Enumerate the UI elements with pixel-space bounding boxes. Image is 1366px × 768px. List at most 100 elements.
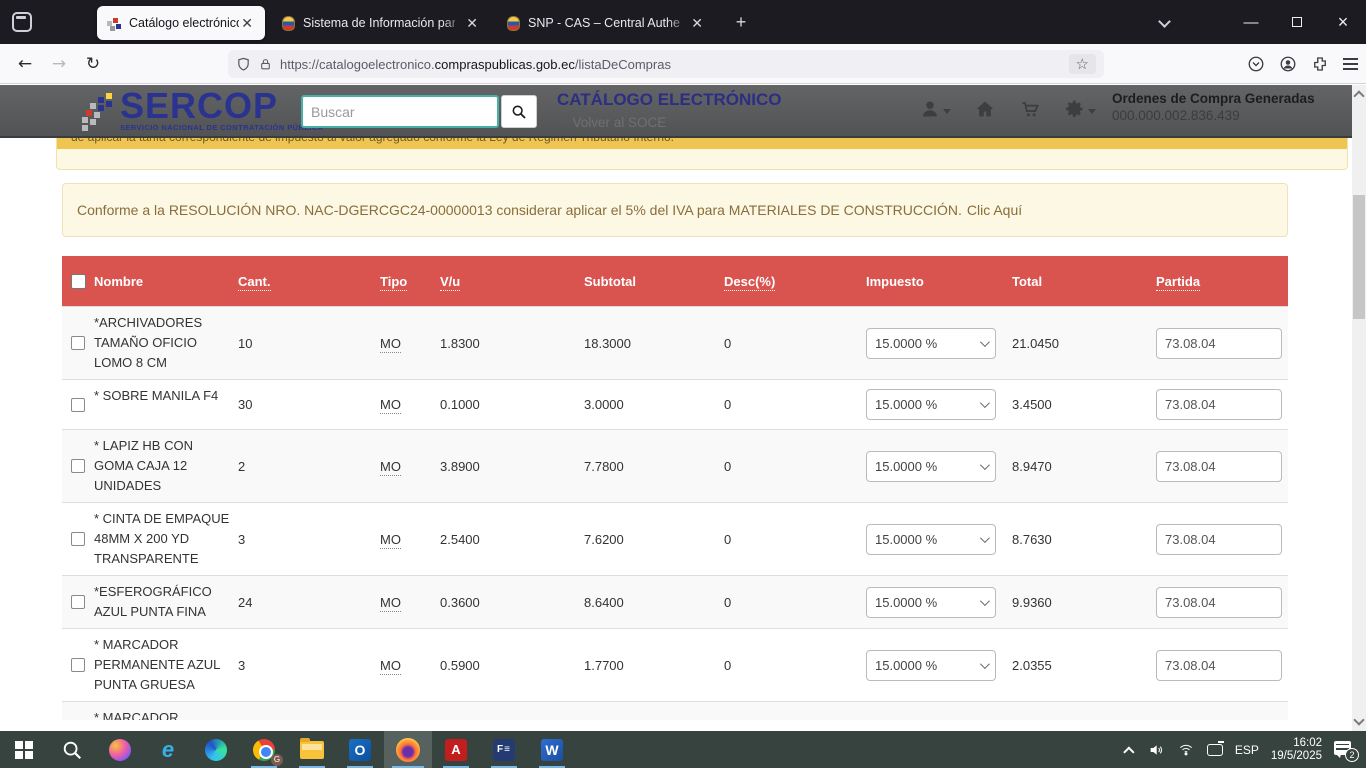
row-checkbox[interactable]: [71, 658, 85, 672]
lock-icon[interactable]: [259, 57, 272, 72]
start-button[interactable]: [0, 731, 48, 768]
shield-icon[interactable]: [236, 56, 251, 72]
url-bar[interactable]: https://catalogoelectronico.compraspubli…: [228, 50, 1104, 78]
tipo-abbr[interactable]: MO: [380, 459, 401, 476]
search-input[interactable]: [301, 95, 499, 128]
impuesto-select[interactable]: 15.0000 %: [866, 587, 996, 618]
feo-app-button[interactable]: F≡: [480, 731, 528, 768]
column-header-nombre[interactable]: Nombre: [94, 274, 238, 289]
cell-partida: [1156, 328, 1288, 359]
cart-icon: [1019, 99, 1041, 119]
volver-soce-link[interactable]: ☜Volver al SOCE: [556, 113, 666, 131]
feo-app-icon: F≡: [493, 739, 515, 761]
notification-center-button[interactable]: 2: [1334, 741, 1356, 759]
tab-snp-cas[interactable]: SNP - CAS – Central Authentica ✕: [497, 6, 715, 40]
column-header-label: Tipo: [380, 274, 407, 291]
copilot-app-button[interactable]: [96, 731, 144, 768]
close-window-button[interactable]: ×: [1320, 0, 1366, 44]
taskbar-search-button[interactable]: [48, 731, 96, 768]
scroll-down-arrow-icon[interactable]: [1353, 714, 1364, 725]
extensions-puzzle-icon[interactable]: [1311, 55, 1329, 73]
outlook-app-button[interactable]: O: [336, 731, 384, 768]
row-checkbox[interactable]: [71, 532, 85, 546]
impuesto-select[interactable]: 15.0000 %: [866, 451, 996, 482]
tipo-abbr[interactable]: MO: [380, 658, 401, 675]
impuesto-select[interactable]: 15.0000 %: [866, 389, 996, 420]
tipo-abbr[interactable]: MO: [380, 336, 401, 353]
maximize-button[interactable]: [1274, 0, 1320, 44]
column-header-subtotal[interactable]: Subtotal: [584, 274, 724, 289]
home-button[interactable]: [975, 99, 995, 119]
column-header-desc[interactable]: Desc(%): [724, 274, 866, 289]
tab-catalogo[interactable]: Catálogo electrónico ✕: [97, 6, 265, 40]
cell-partida: [1156, 524, 1288, 555]
edge-app-button[interactable]: [192, 731, 240, 768]
tray-expand-chevron-icon[interactable]: [1123, 746, 1134, 757]
reload-button[interactable]: ↻: [76, 54, 110, 74]
close-tab-icon[interactable]: ✕: [689, 15, 705, 32]
row-checkbox[interactable]: [71, 398, 85, 412]
row-checkbox[interactable]: [71, 459, 85, 473]
column-header-vu[interactable]: V/u: [440, 274, 584, 289]
column-header-total[interactable]: Total: [1012, 274, 1156, 289]
sercop-logo[interactable]: SERCOP SERVICIO NACIONAL DE CONTRATACIÓN…: [120, 87, 323, 132]
row-checkbox[interactable]: [71, 595, 85, 609]
cell-nombre: * MARCADOR PERMANENTE AZUL PUNTA GRUESA: [94, 629, 238, 701]
partida-input[interactable]: [1156, 389, 1282, 420]
acrobat-app-button[interactable]: A: [432, 731, 480, 768]
scroll-up-arrow-icon[interactable]: [1353, 90, 1364, 101]
browser-navbar: ← → ↻ https://catalogoelectronico.compra…: [0, 44, 1366, 84]
menu-button[interactable]: [1343, 55, 1358, 73]
clock[interactable]: 16:02 19/5/2025: [1271, 737, 1322, 763]
partida-input[interactable]: [1156, 451, 1282, 482]
new-tab-button[interactable]: +: [731, 12, 751, 32]
back-button[interactable]: ←: [8, 54, 42, 74]
cast-display-icon[interactable]: [1207, 744, 1223, 756]
tipo-abbr[interactable]: MO: [380, 595, 401, 612]
account-icon[interactable]: [1279, 55, 1297, 73]
impuesto-select[interactable]: 15.0000 %: [866, 650, 996, 681]
internet-explorer-app-button[interactable]: e: [144, 731, 192, 768]
column-header-impuesto[interactable]: Impuesto: [866, 274, 1012, 289]
minimize-button[interactable]: —: [1228, 0, 1274, 44]
column-header-tipo[interactable]: Tipo: [380, 274, 440, 289]
close-tab-icon[interactable]: ✕: [464, 15, 480, 32]
forward-button[interactable]: →: [42, 54, 76, 74]
tab-sistema[interactable]: Sistema de Información para los ✕: [272, 6, 490, 40]
close-tab-icon[interactable]: ✕: [239, 15, 255, 32]
column-header-cant[interactable]: Cant.: [238, 274, 380, 289]
row-checkbox[interactable]: [71, 336, 85, 350]
wifi-icon[interactable]: [1177, 742, 1195, 757]
file-explorer-app-button[interactable]: [288, 731, 336, 768]
column-header-partida[interactable]: Partida: [1156, 274, 1288, 289]
cell-partida: [1156, 650, 1288, 681]
word-app-button[interactable]: W: [528, 731, 576, 768]
settings-menu-button[interactable]: [1065, 99, 1096, 119]
page-scrollbar[interactable]: [1352, 85, 1366, 731]
tipo-abbr[interactable]: MO: [380, 397, 401, 414]
language-indicator[interactable]: ESP: [1235, 743, 1259, 757]
alert-resolucion-text: Conforme a la RESOLUCIÓN NRO. NAC-DGERCG…: [77, 202, 962, 218]
partida-input[interactable]: [1156, 650, 1282, 681]
user-menu-button[interactable]: [920, 99, 951, 119]
select-all-checkbox[interactable]: [71, 274, 86, 289]
cart-button[interactable]: [1019, 99, 1041, 119]
firefox-view-icon[interactable]: [12, 12, 32, 32]
speaker-icon[interactable]: [1147, 742, 1165, 758]
partida-input[interactable]: [1156, 587, 1282, 618]
firefox-app-button[interactable]: [384, 731, 432, 768]
chrome-app-button[interactable]: G: [240, 731, 288, 768]
cell-descuento: 0: [724, 595, 866, 610]
pocket-icon[interactable]: [1247, 55, 1265, 73]
scrollbar-thumb[interactable]: [1353, 195, 1365, 319]
list-all-tabs-chevron-icon[interactable]: [1158, 15, 1171, 28]
partida-input[interactable]: [1156, 328, 1282, 359]
impuesto-select[interactable]: 15.0000 %: [866, 524, 996, 555]
bookmark-star-icon[interactable]: ☆: [1069, 54, 1096, 74]
cell-cantidad: 10: [238, 336, 380, 351]
clic-aqui-link[interactable]: Clic Aquí: [967, 202, 1022, 218]
tipo-abbr[interactable]: MO: [380, 532, 401, 549]
search-button[interactable]: [501, 95, 537, 128]
partida-input[interactable]: [1156, 524, 1282, 555]
impuesto-select[interactable]: 15.0000 %: [866, 328, 996, 359]
